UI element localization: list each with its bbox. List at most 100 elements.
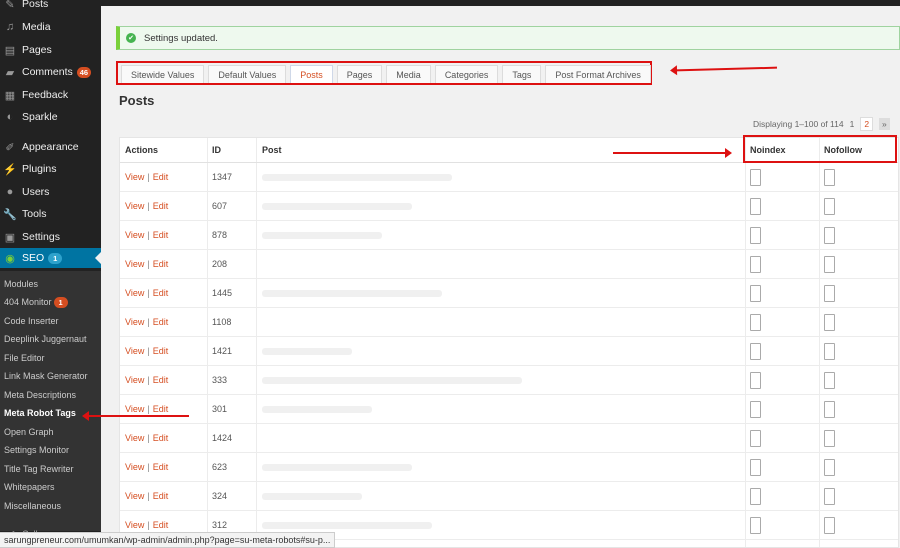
view-link[interactable]: View: [125, 317, 144, 327]
view-link[interactable]: View: [125, 230, 144, 240]
nofollow-checkbox[interactable]: [824, 226, 835, 244]
submenu-item-deeplink-juggernaut[interactable]: Deeplink Juggernaut: [4, 331, 101, 347]
view-link[interactable]: View: [125, 201, 144, 211]
sidebar-item-plugins[interactable]: ⚡ Plugins: [0, 159, 101, 179]
sidebar-item-tools[interactable]: 🔧 Tools: [0, 204, 101, 224]
sidebar-item-appearance[interactable]: ✐ Appearance: [0, 137, 101, 157]
sidebar-item-sparkle[interactable]: ◐ Sparkle: [0, 107, 101, 127]
sidebar-item-users[interactable]: ● Users: [0, 182, 101, 202]
tab-categories[interactable]: Categories: [434, 65, 499, 83]
edit-link[interactable]: Edit: [153, 404, 169, 414]
page-link-1[interactable]: 1: [850, 119, 855, 129]
settings-updated-notice: ✔ Settings updated.: [116, 26, 900, 50]
sidebar-item-media[interactable]: ♫ Media: [0, 17, 101, 37]
view-link[interactable]: View: [125, 259, 144, 269]
submenu-item-open-graph[interactable]: Open Graph: [4, 424, 101, 440]
action-separator: |: [147, 201, 150, 211]
nofollow-checkbox[interactable]: [824, 458, 835, 476]
sidebar-item-comments[interactable]: ▰ Comments 46: [0, 62, 101, 82]
nofollow-checkbox[interactable]: [824, 197, 835, 215]
view-link[interactable]: View: [125, 491, 144, 501]
nofollow-checkbox[interactable]: [824, 487, 835, 505]
view-link[interactable]: View: [125, 404, 144, 414]
pin-icon: ✎: [5, 0, 15, 11]
noindex-cell: [750, 424, 761, 452]
edit-link[interactable]: Edit: [153, 375, 169, 385]
nofollow-checkbox[interactable]: [824, 371, 835, 389]
sidebar-item-pages[interactable]: ▤ Pages: [0, 40, 101, 60]
row-actions: View | Edit: [125, 424, 168, 452]
noindex-checkbox[interactable]: [750, 226, 761, 244]
submenu-item-miscellaneous[interactable]: Miscellaneous: [4, 498, 101, 514]
view-link[interactable]: View: [125, 433, 144, 443]
view-link[interactable]: View: [125, 288, 144, 298]
submenu-item-404-monitor[interactable]: 404 Monitor 1: [4, 294, 101, 310]
noindex-checkbox[interactable]: [750, 168, 761, 186]
edit-link[interactable]: Edit: [153, 433, 169, 443]
noindex-cell: [750, 221, 761, 249]
noindex-checkbox[interactable]: [750, 371, 761, 389]
tab-sitewide-values[interactable]: Sitewide Values: [121, 65, 205, 83]
media-icon: ♫: [5, 21, 15, 33]
nofollow-checkbox[interactable]: [824, 284, 835, 302]
nofollow-checkbox[interactable]: [824, 516, 835, 534]
tab-bar: Sitewide Values Default Values Posts Pag…: [116, 61, 652, 85]
submenu-item-code-inserter[interactable]: Code Inserter: [4, 313, 101, 329]
view-link[interactable]: View: [125, 172, 144, 182]
tab-pages[interactable]: Pages: [336, 65, 383, 83]
sidebar-item-settings[interactable]: ▣ Settings: [0, 227, 101, 247]
table-row: View | Edit 1108: [120, 308, 898, 337]
submenu-item-whitepapers[interactable]: Whitepapers: [4, 479, 101, 495]
noindex-checkbox[interactable]: [750, 197, 761, 215]
nofollow-checkbox[interactable]: [824, 255, 835, 273]
nofollow-checkbox[interactable]: [824, 342, 835, 360]
tab-default-values[interactable]: Default Values: [208, 65, 287, 83]
noindex-checkbox[interactable]: [750, 313, 761, 331]
sparkle-icon: ◐: [6, 111, 14, 123]
noindex-checkbox[interactable]: [750, 458, 761, 476]
noindex-checkbox[interactable]: [750, 487, 761, 505]
submenu-item-link-mask-generator[interactable]: Link Mask Generator: [4, 368, 101, 384]
edit-link[interactable]: Edit: [153, 317, 169, 327]
nofollow-cell: [824, 453, 835, 481]
row-actions: View | Edit: [125, 366, 168, 394]
tab-tags[interactable]: Tags: [502, 65, 542, 83]
noindex-checkbox[interactable]: [750, 516, 761, 534]
edit-link[interactable]: Edit: [153, 520, 169, 530]
edit-link[interactable]: Edit: [153, 491, 169, 501]
nofollow-checkbox[interactable]: [824, 429, 835, 447]
nofollow-checkbox[interactable]: [824, 313, 835, 331]
view-link[interactable]: View: [125, 346, 144, 356]
edit-link[interactable]: Edit: [153, 172, 169, 182]
sidebar-item-seo[interactable]: ◉ SEO 1: [0, 248, 101, 268]
edit-link[interactable]: Edit: [153, 346, 169, 356]
noindex-checkbox[interactable]: [750, 284, 761, 302]
sidebar-item-feedback[interactable]: ▦ Feedback: [0, 85, 101, 105]
table-row: View | Edit 301: [120, 395, 898, 424]
noindex-checkbox[interactable]: [750, 400, 761, 418]
edit-link[interactable]: Edit: [153, 462, 169, 472]
sidebar-item-posts[interactable]: ✎ Posts: [0, 0, 101, 14]
edit-link[interactable]: Edit: [153, 230, 169, 240]
submenu-item-settings-monitor[interactable]: Settings Monitor: [4, 442, 101, 458]
noindex-checkbox[interactable]: [750, 255, 761, 273]
nofollow-checkbox[interactable]: [824, 168, 835, 186]
submenu-item-file-editor[interactable]: File Editor: [4, 350, 101, 366]
tab-post-format-archives[interactable]: Post Format Archives: [545, 65, 651, 83]
noindex-checkbox[interactable]: [750, 429, 761, 447]
edit-link[interactable]: Edit: [153, 259, 169, 269]
next-page-button[interactable]: »: [879, 118, 890, 130]
submenu-item-modules[interactable]: Modules: [4, 276, 101, 292]
sidebar-item-label: Plugins: [22, 163, 57, 175]
edit-link[interactable]: Edit: [153, 201, 169, 211]
view-link[interactable]: View: [125, 375, 144, 385]
view-link[interactable]: View: [125, 520, 144, 530]
view-link[interactable]: View: [125, 462, 144, 472]
nofollow-checkbox[interactable]: [824, 400, 835, 418]
tab-media[interactable]: Media: [386, 65, 431, 83]
edit-link[interactable]: Edit: [153, 288, 169, 298]
tab-posts[interactable]: Posts: [290, 65, 333, 83]
noindex-checkbox[interactable]: [750, 342, 761, 360]
submenu-item-meta-descriptions[interactable]: Meta Descriptions: [4, 387, 101, 403]
submenu-item-title-tag-rewriter[interactable]: Title Tag Rewriter: [4, 461, 101, 477]
